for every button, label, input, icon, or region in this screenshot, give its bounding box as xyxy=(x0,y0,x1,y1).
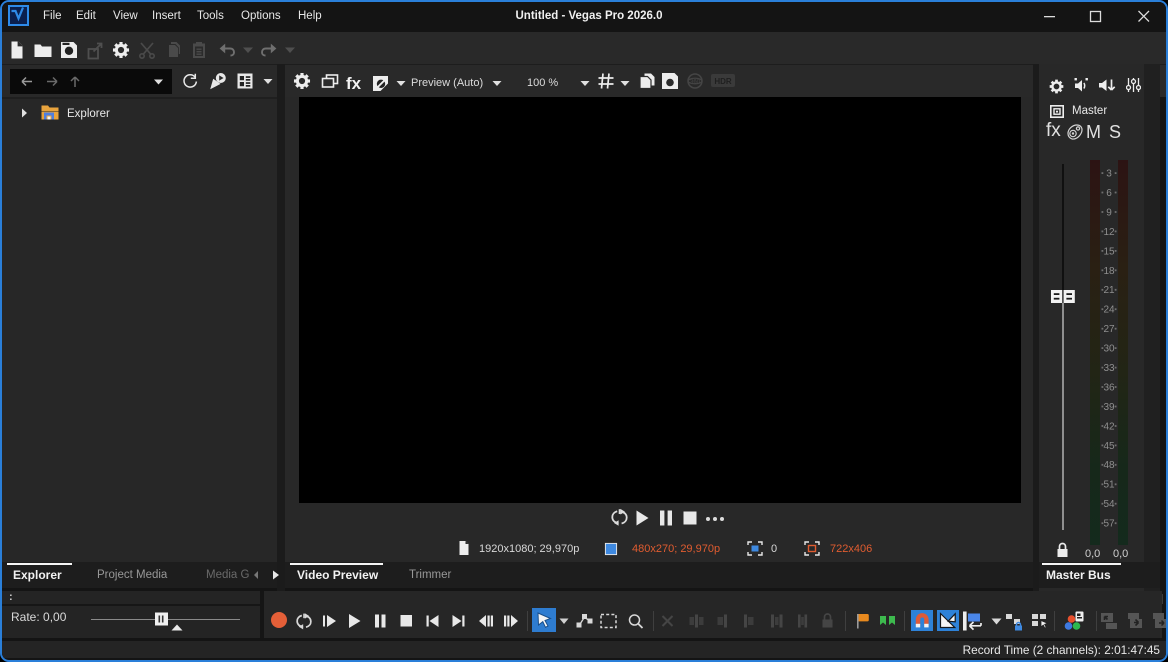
svg-text:9: 9 xyxy=(1106,207,1112,218)
svg-text:36: 36 xyxy=(1103,382,1115,393)
svg-text:360: 360 xyxy=(690,80,701,86)
svg-text:HDR: HDR xyxy=(714,77,732,86)
svg-text:24: 24 xyxy=(1103,305,1115,316)
svg-text:3: 3 xyxy=(1106,169,1112,180)
svg-text:6: 6 xyxy=(1106,188,1112,199)
svg-text:45: 45 xyxy=(1103,441,1115,452)
svg-text:42: 42 xyxy=(1103,421,1115,432)
svg-text:15: 15 xyxy=(1103,246,1115,257)
svg-text:57: 57 xyxy=(1103,519,1115,530)
svg-text:54: 54 xyxy=(1103,499,1115,510)
svg-text:12: 12 xyxy=(1103,227,1115,238)
svg-text:51: 51 xyxy=(1103,480,1115,491)
svg-text:18: 18 xyxy=(1103,266,1115,277)
svg-text:30: 30 xyxy=(1103,344,1115,355)
svg-text:33: 33 xyxy=(1103,363,1115,374)
svg-text:27: 27 xyxy=(1103,324,1115,335)
svg-text:48: 48 xyxy=(1103,460,1115,471)
svg-text:21: 21 xyxy=(1103,285,1115,296)
svg-text:39: 39 xyxy=(1103,402,1115,413)
